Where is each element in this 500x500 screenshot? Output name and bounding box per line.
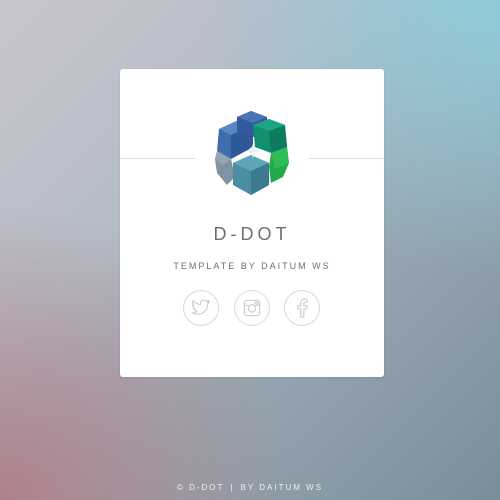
divider-right	[308, 158, 384, 159]
footer-copyright: © D-DOT	[176, 483, 225, 492]
instagram-button[interactable]	[234, 290, 270, 326]
footer: © D-DOT | BY DAITUM WS	[0, 483, 500, 492]
page-title: D-DOT	[213, 224, 291, 244]
logo	[215, 111, 289, 195]
twitter-icon	[191, 299, 210, 315]
twitter-button[interactable]	[183, 290, 219, 326]
logo-cube-right	[253, 119, 287, 153]
card: D-DOT TEMPLATE BY DAITUM WS	[120, 69, 384, 377]
footer-separator: |	[230, 483, 235, 492]
page-subtitle: TEMPLATE BY DAITUM WS	[173, 261, 331, 271]
footer-credit: BY DAITUM WS	[240, 483, 324, 492]
facebook-icon	[297, 298, 308, 318]
instagram-icon	[243, 299, 261, 317]
divider-left	[120, 158, 196, 159]
facebook-button[interactable]	[284, 290, 320, 326]
logo-cube-bottom	[233, 155, 269, 195]
